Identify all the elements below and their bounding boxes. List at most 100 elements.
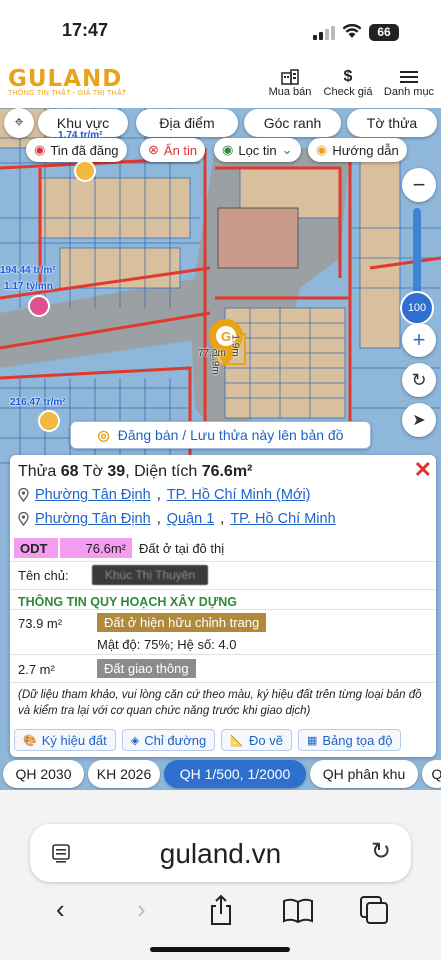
battery-icon: 66 (369, 24, 399, 41)
action-bar: 🎨 Ký hiệu đất ◈ Chỉ đường 📐 Đo vẽ ▦ Bảng tọa… (14, 729, 402, 751)
home-indicator (150, 947, 290, 952)
action-label: Chỉ đường (144, 732, 207, 748)
map-pin-icon: ◉ (34, 142, 46, 157)
planning-detail: Mật độ: 75%; Hệ số: 4.0 (97, 637, 237, 652)
map-pin-icon (18, 488, 29, 502)
land-use-desc: Đất ở tại đô thị (139, 540, 225, 556)
divider (10, 609, 436, 610)
divider (10, 682, 436, 683)
land-use-row: ODT 76.6m² Đất ở tại đô thị (14, 538, 224, 558)
address-old: Phường Tân Định, Quận 1, TP. Hồ Chí Minh (18, 511, 336, 527)
browser-chrome: guland.vn ↻ ‹ › (0, 790, 441, 960)
ruler-icon: 📐 (230, 734, 244, 747)
post-parcel-button[interactable]: ◎ Đăng bán / Lưu thửa này lên bản đồ (70, 421, 371, 449)
parcel-info-panel: Thửa 68 Tờ 39, Diện tích 76.6m² ✕ Phường… (10, 455, 436, 757)
filter-label: Hướng dẫn (332, 142, 399, 158)
address-new: Phường Tân Định, TP. Hồ Chí Minh (Mới) (18, 487, 311, 503)
parcel-dimension: 1.9m (229, 334, 241, 357)
coordinate-table-button[interactable]: ▦ Bảng tọa độ (297, 729, 402, 751)
guide-icon: ◉ (316, 142, 328, 157)
back-icon[interactable]: ‹ (56, 894, 65, 925)
disclaimer-note: (Dữ liệu tham khảo, vui lòng căn cứ theo… (18, 689, 422, 717)
parcel-title: Thửa 68 Tờ 39, Diện tích 76.6m² (18, 463, 253, 480)
guland-logo[interactable]: GULAND THÔNG TIN THẬT - GIÁ TRỊ THẬT (8, 66, 127, 97)
filter-huong-dan[interactable]: ◉ Hướng dẫn (308, 138, 407, 162)
price-total-label: 1.17 tỷ/mn (4, 281, 53, 292)
tab-more[interactable]: Q (422, 760, 441, 788)
filter-tin-da-dang[interactable]: ◉ Tin đã đăng (26, 138, 127, 162)
tab-dia-diem[interactable]: Địa điểm (136, 109, 238, 137)
divider (10, 654, 436, 655)
divider (10, 561, 436, 562)
city-link[interactable]: TP. Hồ Chí Minh (Mới) (167, 487, 311, 503)
tab-qh-2030[interactable]: QH 2030 (3, 760, 84, 788)
wifi-icon (342, 23, 362, 38)
nav-mua-ban[interactable]: Mua bán (267, 68, 313, 98)
divider (10, 589, 436, 590)
land-legend-button[interactable]: 🎨 Ký hiệu đất (14, 729, 116, 751)
menu-icon (382, 68, 436, 86)
nav-label: Danh mục (383, 86, 435, 98)
forward-icon[interactable]: › (137, 894, 146, 925)
action-label: Ký hiệu đất (41, 732, 107, 748)
planning-tabs: QH 2030 KH 2026 QH 1/500, 1/2000 QH phân… (0, 760, 441, 788)
browser-toolbar: ‹ › (0, 890, 441, 930)
post-parcel-label: Đăng bán / Lưu thửa này lên bản đồ (117, 427, 344, 443)
refresh-icon[interactable]: ↻ (402, 363, 436, 397)
logo-tagline: THÔNG TIN THẬT - GIÁ TRỊ THẬT (8, 90, 127, 97)
url-text: guland.vn (159, 838, 282, 869)
tab-to-thua[interactable]: Tờ thửa (347, 109, 437, 137)
zoom-in-button[interactable]: + (402, 323, 436, 357)
directions-button[interactable]: ◈ Chỉ đường (121, 729, 216, 751)
zoom-level[interactable]: 100 (400, 291, 434, 325)
filter-label: Lọc tin (238, 142, 277, 158)
nav-check-gia[interactable]: $ Check giá (322, 68, 374, 98)
land-area-badge: 76.6m² (60, 538, 132, 558)
listing-marker[interactable] (74, 160, 96, 182)
address-bar[interactable]: guland.vn ↻ (30, 824, 411, 882)
planning-type-badge: Đất giao thông (97, 659, 196, 678)
palette-icon: 🎨 (23, 734, 37, 747)
navigate-icon[interactable]: ➤ (402, 403, 436, 437)
share-icon[interactable] (208, 894, 234, 926)
land-code-badge: ODT (14, 538, 58, 558)
close-icon[interactable]: ✕ (414, 457, 432, 483)
status-time: 17:47 (62, 20, 109, 40)
listing-marker[interactable] (38, 410, 60, 432)
dollar-icon: $ (343, 68, 353, 85)
price-label: 216.47 tr/m² (10, 397, 66, 408)
logo-text: GULAND (8, 66, 123, 92)
nav-label: Check giá (323, 86, 373, 98)
price-label: 1.74 tr/m² (58, 130, 103, 141)
reload-icon[interactable]: ↻ (371, 837, 391, 866)
ward-link[interactable]: Phường Tân Định (35, 511, 151, 527)
tab-kh-2026[interactable]: KH 2026 (88, 760, 160, 788)
tab-qh-1-500[interactable]: QH 1/500, 1/2000 (164, 760, 306, 788)
tabs-icon[interactable] (360, 896, 388, 924)
planning-type-badge: Đất ở hiện hữu chỉnh trang (97, 613, 267, 632)
bookmarks-icon[interactable] (282, 898, 314, 924)
planning-area: 73.9 m² (18, 616, 63, 631)
filter-loc-tin[interactable]: ◉ Lọc tin ⌄ (214, 138, 301, 162)
locate-icon[interactable]: ⌖ (4, 108, 34, 138)
ward-link[interactable]: Phường Tân Định (35, 487, 151, 503)
filter-label: Ẩn tin (163, 142, 198, 158)
zoom-out-button[interactable]: − (402, 168, 436, 202)
building-icon (267, 68, 313, 86)
planning-area: 2.7 m² (18, 662, 55, 677)
nav-danh-muc[interactable]: Danh mục (382, 68, 436, 98)
district-link[interactable]: Quận 1 (167, 511, 215, 527)
action-label: Bảng tọa độ (322, 732, 393, 748)
tab-qh-phan-khu[interactable]: QH phân khu (310, 760, 418, 788)
measure-button[interactable]: 📐 Đo vẽ (221, 729, 292, 751)
directions-icon: ◈ (130, 734, 140, 747)
location-icon: ◉ (222, 142, 234, 157)
tab-goc-ranh[interactable]: Góc ranh (244, 109, 341, 137)
owner-label: Tên chủ: (18, 568, 69, 583)
price-label: 194.44 tr/m² (0, 265, 56, 276)
filter-an-tin[interactable]: ⊗ Ẩn tin (140, 138, 206, 162)
city-link[interactable]: TP. Hồ Chí Minh (230, 511, 335, 527)
chevron-down-icon: ⌄ (281, 142, 293, 157)
listing-marker[interactable] (28, 295, 50, 317)
cellular-signal-icon (313, 26, 335, 40)
